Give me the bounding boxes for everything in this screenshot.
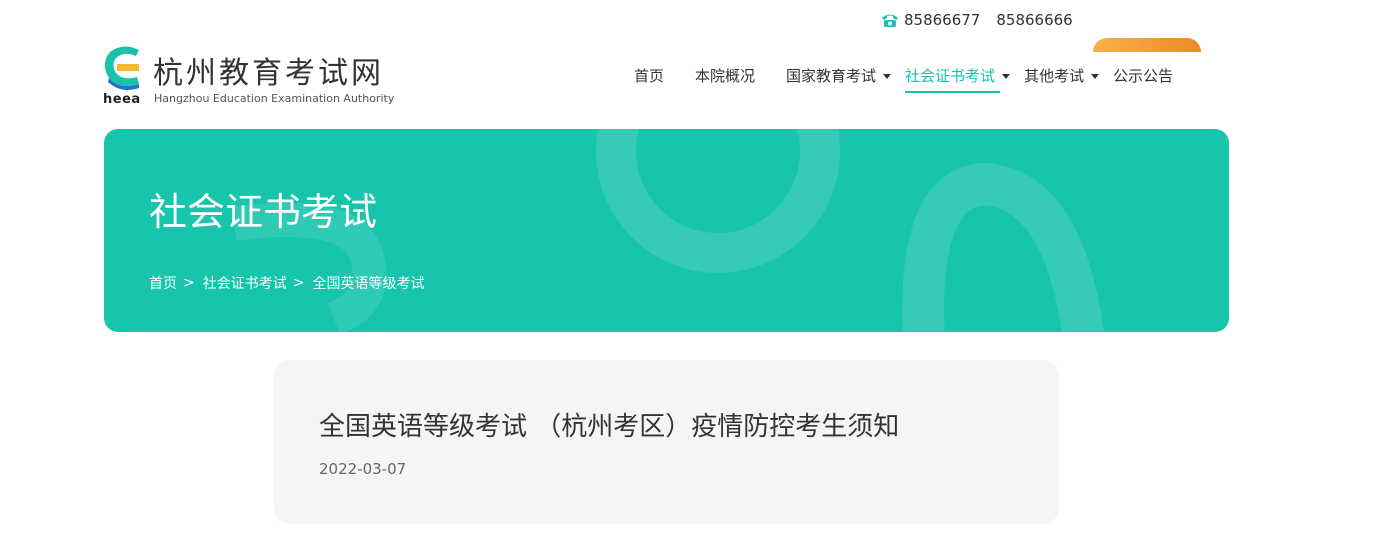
phone-number: 85866677 <box>904 11 981 29</box>
breadcrumb-separator: > <box>292 275 305 291</box>
nav-item-label: 其他考试 <box>1024 67 1085 85</box>
nav-item-label: 国家教育考试 <box>786 67 877 85</box>
site-logo[interactable]: heea 杭州教育考试网 Hangzhou Education Examinat… <box>103 44 403 110</box>
nav-item-announcements[interactable]: 公示公告 <box>1113 62 1173 90</box>
caret-down-icon <box>1091 74 1100 79</box>
page-banner: 社会证书考试 首页 > 社会证书考试 > 全国英语等级考试 <box>104 129 1229 332</box>
site-name-cn: 杭州教育考试网 <box>153 56 384 91</box>
nav-item-home[interactable]: 首页 <box>634 62 664 90</box>
nav-item-label: 公示公告 <box>1113 67 1174 85</box>
nav-item-national-exams[interactable]: 国家教育考试 <box>786 62 892 90</box>
site-name-en: Hangzhou Education Examination Authority <box>154 92 395 105</box>
page-title: 社会证书考试 <box>149 190 378 234</box>
article-card[interactable]: 全国英语等级考试 （杭州考区）疫情防控考生须知 2022-03-07 <box>274 360 1059 524</box>
phone-number: 85866666 <box>996 11 1073 29</box>
phone-icon <box>882 14 898 27</box>
breadcrumb-link-home[interactable]: 首页 <box>149 273 177 293</box>
nav-item-certificate-exams[interactable]: 社会证书考试 <box>905 62 1011 93</box>
orange-tab-decoration <box>1093 38 1201 52</box>
breadcrumb-link-english-exam[interactable]: 全国英语等级考试 <box>312 273 424 293</box>
nav-item-label: 本院概况 <box>695 67 756 85</box>
article-date: 2022-03-07 <box>319 460 407 478</box>
caret-down-icon <box>883 74 892 79</box>
breadcrumb-separator: > <box>183 275 195 291</box>
breadcrumb: 首页 > 社会证书考试 > 全国英语等级考试 <box>149 273 424 293</box>
heea-logo-icon <box>104 46 139 90</box>
logo-abbreviation: heea <box>103 92 141 107</box>
nav-item-other-exams[interactable]: 其他考试 <box>1024 62 1100 90</box>
nav-item-about[interactable]: 本院概况 <box>695 62 755 90</box>
contact-bar: 85866677 85866666 <box>880 9 1089 31</box>
breadcrumb-link-certificate-exams[interactable]: 社会证书考试 <box>203 273 287 293</box>
nav-item-label: 社会证书考试 <box>905 67 996 85</box>
caret-down-icon <box>1002 74 1011 79</box>
main-nav: 首页 本院概况 国家教育考试 社会证书考试 其他考试 公示公告 <box>634 62 1173 96</box>
article-title[interactable]: 全国英语等级考试 （杭州考区）疫情防控考生须知 <box>319 406 899 443</box>
nav-item-label: 首页 <box>634 67 665 85</box>
